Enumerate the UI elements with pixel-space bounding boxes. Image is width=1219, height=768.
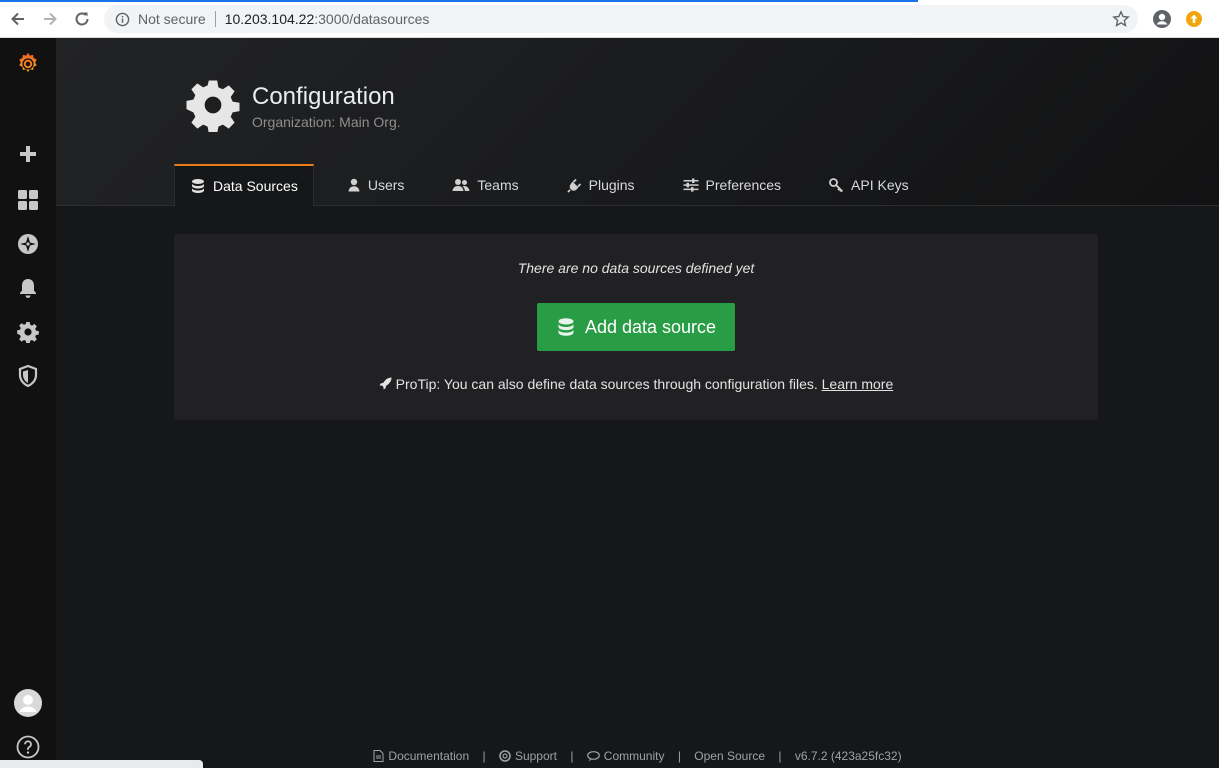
footer-community-link[interactable]: Community [586,748,664,763]
arrow-right-icon [44,12,57,25]
tab-api-keys[interactable]: API Keys [814,164,924,206]
learn-more-link[interactable]: Learn more [822,376,894,392]
empty-message: There are no data sources defined yet [517,260,755,276]
empty-list-card: There are no data sources defined yet Ad… [174,234,1098,420]
footer-separator: | [778,748,782,763]
database-icon [558,318,574,336]
dashboards-grid-icon[interactable] [14,186,42,214]
comments-icon [586,750,600,762]
tab-teams[interactable]: Teams [437,164,533,206]
bookmark-star-icon[interactable] [1112,10,1130,33]
url-host: 10.203.104.22 [224,11,315,27]
config-tabs: Data Sources Users Teams Plugins Prefere… [174,164,928,206]
account-icon[interactable] [1152,9,1172,34]
tab-plugins[interactable]: Plugins [552,164,650,206]
server-admin-shield-icon[interactable] [14,362,42,390]
alerting-bell-icon[interactable] [14,274,42,302]
footer-separator: | [570,748,574,763]
footer-separator: | [482,748,486,763]
add-data-source-button[interactable]: Add data source [537,303,735,351]
grafana-logo[interactable] [14,50,42,78]
address-bar[interactable]: Not secure 10.203.104.22:3000/datasource… [104,5,1138,33]
reload-icon [75,12,89,25]
omnibox-divider [214,11,216,27]
create-plus-icon[interactable] [14,140,42,168]
footer-support-link[interactable]: Support [499,748,557,763]
tab-label: Preferences [705,177,782,193]
arrow-left-icon [11,12,24,25]
help-icon[interactable] [14,733,42,761]
footer-separator: | [677,748,681,763]
page-subtitle: Organization: Main Org. [252,114,401,130]
footer-open-source-link[interactable]: Open Source [694,749,765,763]
protip-text: ProTip: You can also define data sources… [395,376,818,392]
explore-compass-icon[interactable] [14,230,42,258]
status-bubble [0,760,203,768]
configuration-gear-icon [186,78,240,137]
user-icon [348,178,360,192]
tab-data-sources[interactable]: Data Sources [174,164,314,206]
lifebuoy-icon [499,750,511,763]
users-icon [452,179,470,191]
tab-label: Teams [477,177,519,193]
key-icon [829,177,844,192]
user-avatar[interactable] [14,689,42,717]
tab-users[interactable]: Users [332,164,420,206]
page-load-progress [0,0,918,2]
info-icon[interactable] [114,11,130,27]
page-title: Configuration [252,83,395,110]
plug-icon [566,178,581,193]
document-icon [373,750,384,763]
side-menu [0,38,56,768]
security-status: Not secure [138,11,206,27]
footer-documentation-link[interactable]: Documentation [373,748,469,763]
browser-toolbar: Not secure 10.203.104.22:3000/datasource… [0,0,1219,38]
extension-update-icon[interactable] [1185,10,1203,33]
page-header: Configuration Organization: Main Org. Da… [56,38,1219,206]
tab-label: Plugins [588,177,635,193]
reload-button[interactable] [68,5,96,33]
forward-button[interactable] [36,5,64,33]
configuration-gear-icon[interactable] [14,318,42,346]
protip: ProTip: You can also define data sources… [174,376,1098,392]
button-label: Add data source [584,316,717,337]
tab-label: API Keys [851,177,909,193]
database-icon [192,179,204,193]
sliders-icon [683,178,699,192]
footer-version: v6.7.2 (423a25fc32) [794,748,902,763]
tab-label: Data Sources [213,178,298,194]
tab-preferences[interactable]: Preferences [668,164,796,206]
rocket-icon [379,377,392,390]
url-path: :3000/datasources [314,11,430,27]
page-footer: Documentation | Support | Community | Op… [56,748,1219,764]
tab-label: Users [367,177,405,193]
back-button[interactable] [4,5,32,33]
